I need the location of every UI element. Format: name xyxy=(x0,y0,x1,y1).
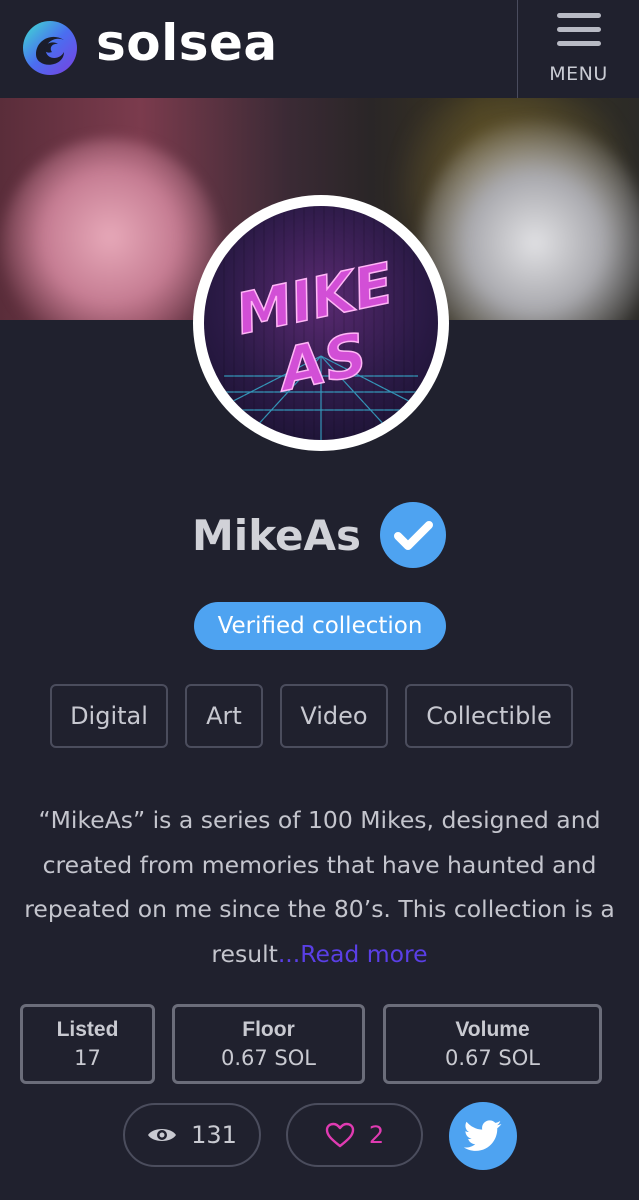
menu-label: MENU xyxy=(549,63,608,85)
collection-title-row: MikeAs xyxy=(0,500,639,570)
stat-volume: Volume 0.67 SOL xyxy=(383,1004,602,1084)
verified-collection-badge: Verified collection xyxy=(194,602,446,650)
tag-collectible[interactable]: Collectible xyxy=(405,684,573,748)
eye-icon xyxy=(148,1129,177,1141)
top-header: solsea MENU xyxy=(0,0,639,98)
heart-icon xyxy=(325,1122,355,1148)
twitter-button[interactable] xyxy=(449,1102,517,1170)
stat-floor: Floor 0.67 SOL xyxy=(172,1004,365,1084)
brand-name[interactable]: solsea xyxy=(96,14,278,72)
stat-floor-label: Floor xyxy=(242,1018,295,1041)
collection-description: “MikeAs” is a series of 100 Mikes, desig… xyxy=(22,798,617,976)
stat-volume-value: 0.67 SOL xyxy=(445,1046,540,1070)
solsea-logo-icon[interactable] xyxy=(22,20,78,76)
tag-digital[interactable]: Digital xyxy=(50,684,168,748)
stat-volume-label: Volume xyxy=(455,1018,530,1041)
hamburger-icon xyxy=(556,13,601,47)
stat-listed-value: 17 xyxy=(74,1046,101,1070)
tag-art[interactable]: Art xyxy=(185,684,263,748)
verified-check-icon xyxy=(379,502,446,568)
tag-video[interactable]: Video xyxy=(280,684,388,748)
views-count: 131 xyxy=(191,1121,237,1149)
likes-count: 2 xyxy=(368,1121,385,1149)
menu-button[interactable]: MENU xyxy=(517,0,639,98)
views-counter: 131 xyxy=(123,1103,261,1167)
collection-avatar: MIKE AS xyxy=(193,195,449,451)
stat-floor-value: 0.67 SOL xyxy=(221,1046,316,1070)
like-button[interactable]: 2 xyxy=(286,1103,423,1167)
twitter-icon xyxy=(464,1120,502,1151)
stat-listed-label: Listed xyxy=(56,1018,119,1041)
collection-title: MikeAs xyxy=(192,510,361,560)
read-more-link[interactable]: ...Read more xyxy=(278,940,428,968)
stat-listed: Listed 17 xyxy=(20,1004,155,1084)
